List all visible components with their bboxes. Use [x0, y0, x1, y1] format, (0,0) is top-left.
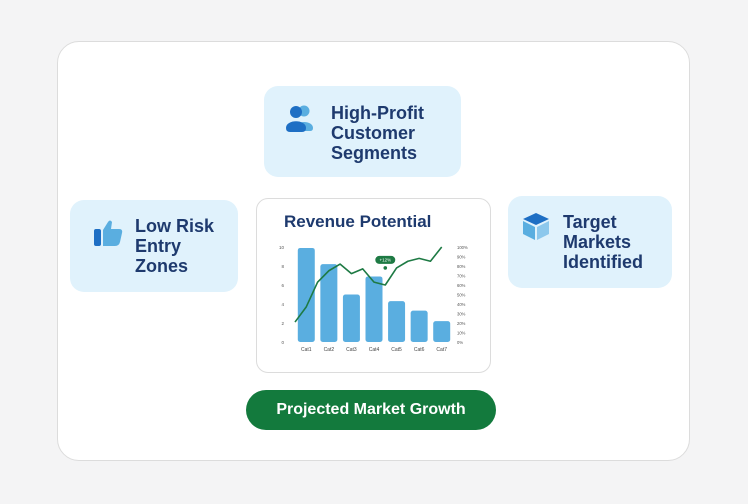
annotation-label: +12% [379, 258, 391, 263]
thumbs-up-icon [94, 220, 124, 251]
y2-tick-label: 80% [457, 264, 466, 269]
revenue-chart-card: Revenue Potential 0 2 4 6 8 10 0% 10% 20% 30% 40% 5… [256, 198, 491, 373]
annotation-dot [383, 266, 388, 270]
bar [365, 276, 383, 342]
target-markets-tile[interactable]: Target Markets Identified [508, 196, 672, 288]
projected-market-growth-button[interactable]: Projected Market Growth [246, 390, 496, 430]
y-tick-label: 8 [281, 264, 284, 269]
cube-icon [522, 212, 550, 245]
bar [433, 321, 451, 342]
y-tick-label: 4 [281, 302, 284, 307]
y-tick-label: 10 [279, 245, 285, 250]
x-tick-label: Cat4 [369, 347, 380, 353]
y2-tick-label: 60% [457, 283, 466, 288]
revenue-chart: 02468100%10%20%30%40%50%60%70%80%90%100%… [279, 245, 468, 353]
y-tick-label: 6 [281, 283, 284, 288]
x-tick-label: Cat5 [391, 347, 402, 353]
y2-tick-label: 20% [457, 321, 466, 326]
bar [410, 310, 428, 342]
x-tick-label: Cat7 [436, 347, 447, 353]
y-tick-label: 0 [281, 340, 284, 345]
x-tick-label: Cat3 [346, 347, 357, 353]
y2-tick-label: 0% [457, 340, 463, 345]
y-tick-label: 2 [281, 321, 284, 326]
y2-tick-label: 90% [457, 255, 466, 260]
high-profit-segments-tile[interactable]: High-Profit Customer Segments [264, 86, 461, 177]
tile-label: Target Markets Identified [563, 212, 643, 272]
y2-tick-label: 70% [457, 274, 466, 279]
bar [342, 294, 360, 342]
y2-tick-label: 30% [457, 312, 466, 317]
bar [388, 301, 406, 342]
x-tick-label: Cat2 [324, 347, 335, 353]
tile-label: Low Risk Entry Zones [135, 216, 215, 276]
users-icon [286, 104, 316, 137]
y2-tick-label: 40% [457, 302, 466, 307]
y2-tick-label: 10% [457, 331, 466, 336]
x-tick-label: Cat1 [301, 347, 312, 353]
y2-tick-label: 50% [457, 293, 466, 298]
x-tick-label: Cat6 [414, 347, 425, 353]
low-risk-zones-tile[interactable]: Low Risk Entry Zones [70, 200, 238, 292]
y2-tick-label: 100% [457, 245, 468, 250]
tile-label: High-Profit Customer Segments [331, 103, 424, 163]
